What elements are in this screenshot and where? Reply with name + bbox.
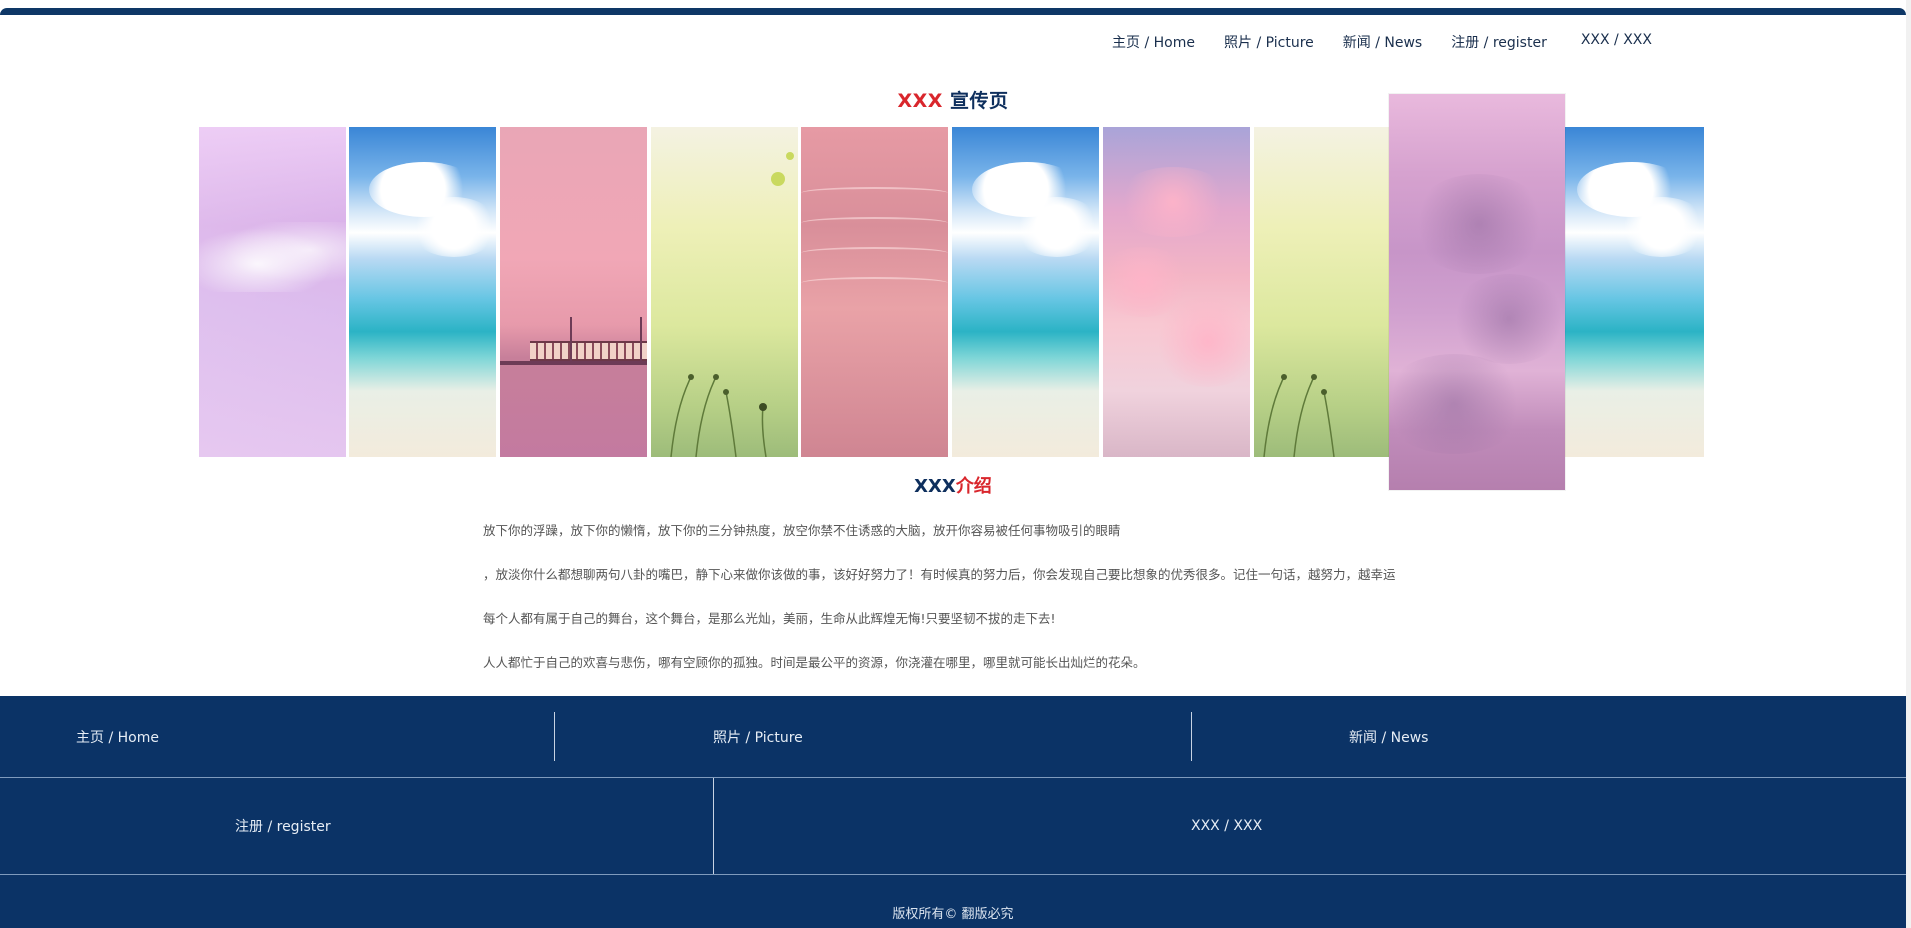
intro-paragraph: ，放淡你什么都想聊两句八卦的嘴巴，静下心来做你该做的事，该好好努力了！有时候真的… (483, 567, 1396, 582)
gallery-panel-beach[interactable] (349, 127, 496, 457)
top-navigation: 主页 / Home 照片 / Picture 新闻 / News 注册 / re… (1083, 32, 1652, 52)
page-title-red: XXX (897, 90, 943, 112)
gallery-panel-waves[interactable] (199, 127, 346, 457)
gallery-panel-cloud-highlighted[interactable] (1389, 94, 1565, 490)
nav-picture-link[interactable]: 照片 / Picture (1224, 32, 1314, 52)
nav-news-link[interactable]: 新闻 / News (1343, 32, 1422, 52)
intro-paragraph: 放下你的浮躁，放下你的懒惰，放下你的三分钟热度，放空你禁不住诱惑的大脑，放开你容… (483, 523, 1121, 538)
intro-title: XXX介绍 (0, 472, 1906, 498)
footer-news-cell: 新闻 / News (1349, 696, 1428, 777)
gallery-panel-sand[interactable] (801, 127, 948, 457)
footer-home-cell: 主页 / Home (76, 696, 159, 777)
footer-xxx-cell: XXX / XXX (1191, 778, 1262, 874)
intro-title-red: 介绍 (955, 476, 992, 497)
scrollbar[interactable] (1906, 0, 1911, 928)
gallery-panel-grass[interactable] (651, 127, 798, 457)
page-title: XXX 宣传页 (0, 86, 1906, 113)
photo-gallery (199, 94, 1704, 490)
footer-divider (1191, 712, 1192, 761)
gallery-panel-sky[interactable] (1103, 127, 1250, 457)
intro-text: 放下你的浮躁，放下你的懒惰，放下你的三分钟热度，放空你禁不住诱惑的大脑，放开你容… (483, 522, 1483, 698)
footer-home-link[interactable]: 主页 / Home (76, 727, 159, 747)
footer-row-1: 主页 / Home 照片 / Picture 新闻 / News (0, 696, 1906, 778)
gallery-panel-train[interactable] (500, 127, 647, 457)
footer-divider (554, 712, 555, 761)
footer-row-2: 注册 / register XXX / XXX (0, 778, 1906, 875)
nav-home-link[interactable]: 主页 / Home (1112, 32, 1195, 52)
intro-paragraph: 每个人都有属于自己的舞台，这个舞台，是那么光灿，美丽，生命从此辉煌无悔!只要坚韧… (483, 611, 1056, 626)
footer-divider (713, 778, 714, 874)
nav-xxx-link[interactable]: XXX / XXX (1581, 32, 1652, 52)
gallery-panel-beach-3[interactable] (1557, 127, 1704, 457)
top-accent-bar (0, 8, 1906, 15)
footer-register-link[interactable]: 注册 / register (235, 816, 331, 836)
gallery-panel-grass-2[interactable] (1254, 127, 1401, 457)
page: 主页 / Home 照片 / Picture 新闻 / News 注册 / re… (0, 0, 1906, 928)
footer-register-cell: 注册 / register (235, 778, 331, 874)
gallery-panel-beach-2[interactable] (952, 127, 1099, 457)
footer: 主页 / Home 照片 / Picture 新闻 / News 注册 / re… (0, 696, 1906, 928)
nav-register-link[interactable]: 注册 / register (1451, 32, 1547, 52)
footer-picture-cell: 照片 / Picture (713, 696, 803, 777)
intro-paragraph: 人人都忙于自己的欢喜与悲伤，哪有空顾你的孤独。时间是最公平的资源，你浇灌在哪里，… (483, 655, 1146, 670)
intro-title-navy: XXX (914, 476, 956, 497)
footer-xxx-link[interactable]: XXX / XXX (1191, 818, 1262, 834)
page-title-navy: 宣传页 (942, 90, 1009, 112)
footer-picture-link[interactable]: 照片 / Picture (713, 727, 803, 747)
copyright-text: 版权所有© 翻版必究 (892, 907, 1014, 922)
footer-news-link[interactable]: 新闻 / News (1349, 727, 1428, 747)
